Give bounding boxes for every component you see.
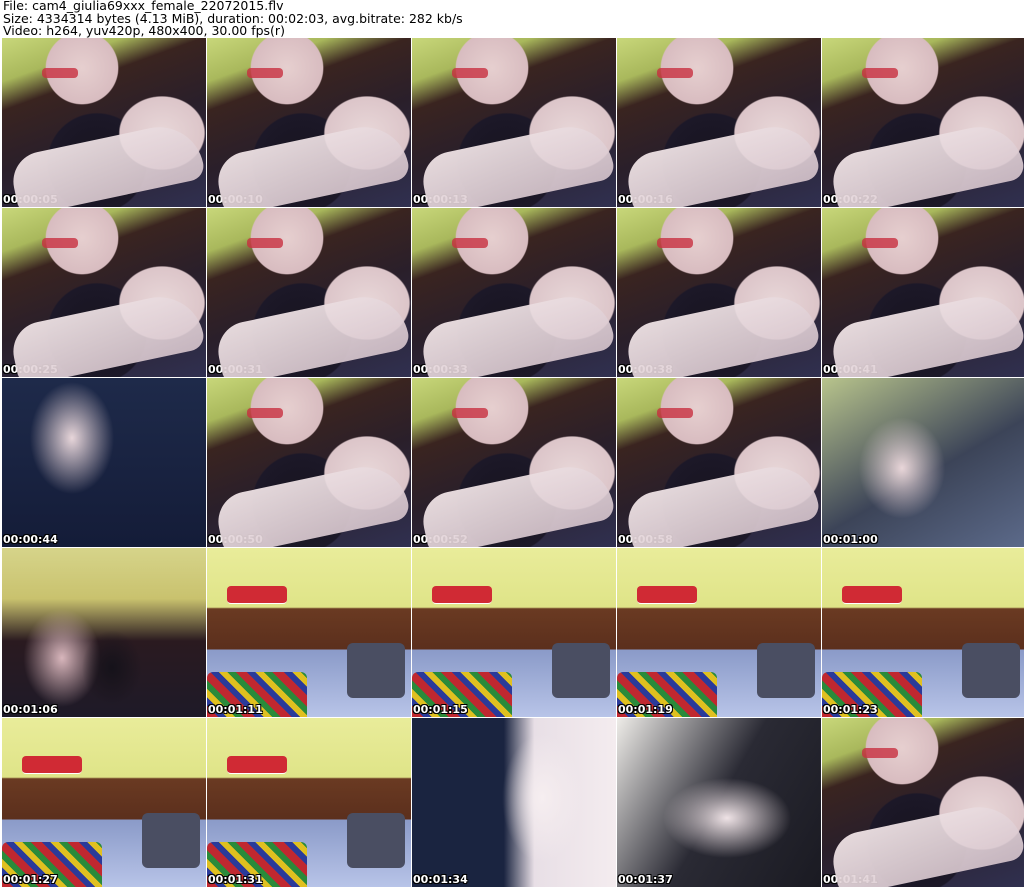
video-thumbnail: 00:00:25 xyxy=(2,208,206,378)
thumbnail-timestamp: 00:01:27 xyxy=(3,873,58,886)
video-thumbnail: 00:00:58 xyxy=(617,378,821,548)
thumbnail-timestamp: 00:00:33 xyxy=(413,363,468,376)
thumbnail-timestamp: 00:01:00 xyxy=(823,533,878,546)
thumbnail-timestamp: 00:01:41 xyxy=(823,873,878,886)
thumbnail-timestamp: 00:00:16 xyxy=(618,193,673,206)
video-thumbnail: 00:00:33 xyxy=(412,208,616,378)
video-thumbnail: 00:00:10 xyxy=(207,38,411,208)
video-thumbnail: 00:01:11 xyxy=(207,548,411,718)
red-pillow-shape xyxy=(637,586,697,604)
thumbnail-timestamp: 00:00:22 xyxy=(823,193,878,206)
thumbnail-timestamp: 00:01:15 xyxy=(413,703,468,716)
video-info-line: Video: h264, yuv420p, 480x400, 30.00 fps… xyxy=(3,23,285,39)
thumbnail-timestamp: 00:00:50 xyxy=(208,533,263,546)
thumbnail-timestamp: 00:00:31 xyxy=(208,363,263,376)
thumbnail-timestamp: 00:01:06 xyxy=(3,703,58,716)
thumbnail-timestamp: 00:01:23 xyxy=(823,703,878,716)
video-thumbnail: 00:00:16 xyxy=(617,38,821,208)
thumbnail-timestamp: 00:00:10 xyxy=(208,193,263,206)
video-thumbnail: 00:00:44 xyxy=(2,378,206,548)
video-thumbnail: 00:00:05 xyxy=(2,38,206,208)
thumbnail-timestamp: 00:00:41 xyxy=(823,363,878,376)
video-thumbnail: 00:00:22 xyxy=(822,38,1024,208)
thumbnail-timestamp: 00:01:19 xyxy=(618,703,673,716)
thumbnail-timestamp: 00:01:37 xyxy=(618,873,673,886)
red-pillow-shape xyxy=(432,586,492,604)
red-pillow-shape xyxy=(842,586,902,604)
video-thumbnail: 00:00:38 xyxy=(617,208,821,378)
video-thumbnail: 00:01:34 xyxy=(412,718,616,888)
thumbnail-timestamp: 00:00:38 xyxy=(618,363,673,376)
video-thumbnail: 00:01:31 xyxy=(207,718,411,888)
thumbnail-timestamp: 00:00:52 xyxy=(413,533,468,546)
video-thumbnail: 00:00:41 xyxy=(822,208,1024,378)
red-pillow-shape xyxy=(227,756,287,774)
video-thumbnail: 00:01:37 xyxy=(617,718,821,888)
thumbnail-timestamp: 00:00:58 xyxy=(618,533,673,546)
video-thumbnail: 00:01:06 xyxy=(2,548,206,718)
thumbnail-timestamp: 00:00:13 xyxy=(413,193,468,206)
video-thumbnail: 00:01:23 xyxy=(822,548,1024,718)
thumbnail-timestamp: 00:00:05 xyxy=(3,193,58,206)
video-thumbnail: 00:01:27 xyxy=(2,718,206,888)
video-thumbnail: 00:00:13 xyxy=(412,38,616,208)
video-thumbnail: 00:01:15 xyxy=(412,548,616,718)
red-pillow-shape xyxy=(227,586,287,604)
video-thumbnail: 00:00:52 xyxy=(412,378,616,548)
thumbnail-timestamp: 00:01:11 xyxy=(208,703,263,716)
thumbnail-timestamp: 00:00:44 xyxy=(3,533,58,546)
thumbnail-timestamp: 00:01:34 xyxy=(413,873,468,886)
thumbnail-grid: 00:00:05 00:00:10 00:00:13 00:00:16 00:00:22… xyxy=(0,38,1024,889)
video-thumbnail: 00:01:41 xyxy=(822,718,1024,888)
video-thumbnail: 00:00:50 xyxy=(207,378,411,548)
file-info-header: File: cam4_giulia69xxx_female_22072015.f… xyxy=(3,0,463,38)
thumbnail-timestamp: 00:00:25 xyxy=(3,363,58,376)
video-thumbnail: 00:01:19 xyxy=(617,548,821,718)
thumbnail-timestamp: 00:01:31 xyxy=(208,873,263,886)
video-thumbnail: 00:00:31 xyxy=(207,208,411,378)
video-thumbnail: 00:01:00 xyxy=(822,378,1024,548)
red-pillow-shape xyxy=(22,756,82,774)
